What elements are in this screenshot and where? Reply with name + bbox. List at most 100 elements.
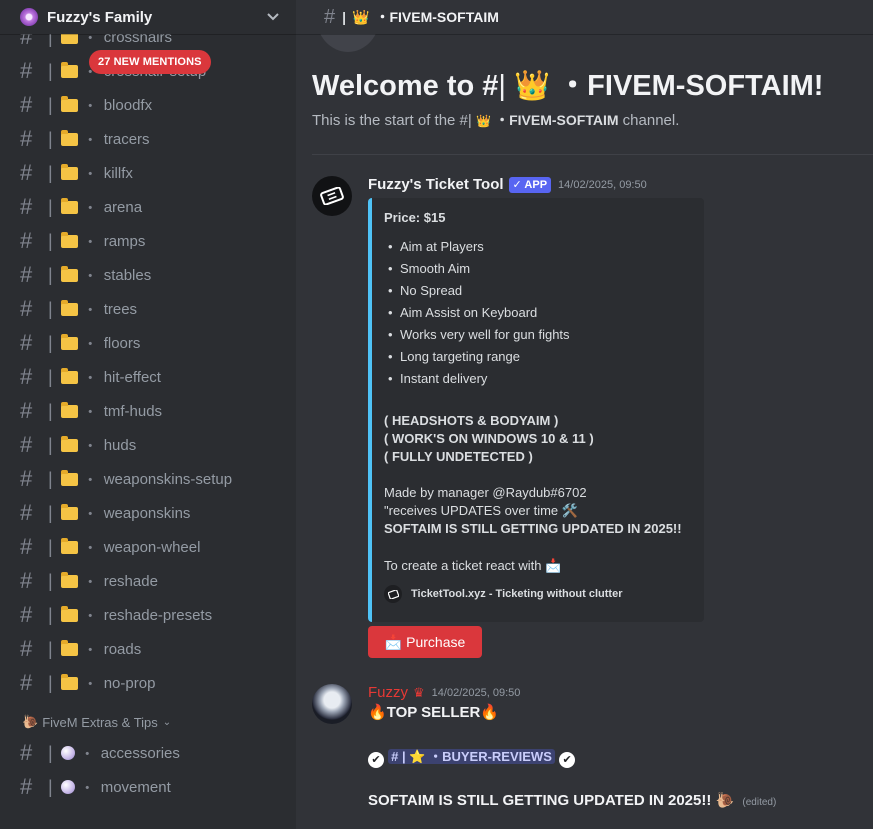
channel-item[interactable]: # | ・ stables — [0, 258, 296, 292]
channel-topbar: # | 👑 ・FIVEM-SOFTAIM — [296, 0, 873, 34]
chat-area: # | 👑 ・FIVEM-SOFTAIM Welcome to #| 👑 ・FI… — [296, 0, 873, 829]
channel-item[interactable]: # | ・ movement — [0, 770, 296, 804]
ticket-tool-avatar[interactable] — [312, 176, 352, 216]
list-item: Instant delivery — [388, 368, 692, 390]
hash-icon: # — [20, 670, 33, 695]
verified-icon: ✔ — [559, 752, 576, 768]
folder-icon — [60, 401, 78, 418]
channel-item[interactable]: # | ・ ramps — [0, 224, 296, 258]
channel-item[interactable]: # | ・ no-prop — [0, 666, 296, 700]
folder-icon — [60, 503, 78, 520]
chevron-down-icon[interactable] — [266, 9, 280, 25]
hash-icon: # — [324, 5, 336, 28]
tools-icon: 🛠️ — [561, 503, 578, 518]
hash-icon: # — [20, 774, 33, 799]
welcome-title: Welcome to #| 👑 ・FIVEM-SOFTAIM! — [312, 70, 824, 102]
channel-name: killfx — [103, 164, 133, 182]
folder-icon — [60, 95, 78, 112]
folder-icon — [60, 163, 78, 180]
channel-name: tmf-huds — [103, 402, 163, 420]
hash-icon: # — [20, 92, 33, 117]
hash-icon: # — [20, 228, 33, 253]
channel-name: tracers — [103, 130, 150, 148]
category-name: FiveM Extras & Tips — [42, 714, 158, 730]
folder-icon — [60, 129, 78, 146]
hash-icon: # — [20, 500, 33, 525]
timestamp: 14/02/2025, 09:50 — [431, 686, 521, 699]
channel-item[interactable]: # | ・ killfx — [0, 156, 296, 190]
channel-item[interactable]: # | ・ weaponskins-setup — [0, 462, 296, 496]
author-name[interactable]: Fuzzy's Ticket Tool — [368, 176, 504, 193]
crown-icon: ♛ — [413, 684, 425, 700]
fire-icon: 🔥 — [480, 704, 500, 721]
chevron-down-icon: ⌄ — [162, 716, 172, 728]
channel-item[interactable]: # | ・ hit-effect — [0, 360, 296, 394]
channel-item[interactable]: # | ・ weaponskins — [0, 496, 296, 530]
author-name[interactable]: Fuzzy — [368, 684, 408, 701]
channel-name: floors — [103, 334, 141, 352]
folder-icon — [60, 61, 78, 78]
hash-icon: # — [20, 636, 33, 661]
app-badge: ✓ APP — [508, 176, 552, 193]
hash-icon: # — [20, 126, 33, 151]
folder-icon — [60, 231, 78, 248]
channel-item[interactable]: # | ・ bloodfx — [0, 88, 296, 122]
folder-icon — [60, 571, 78, 588]
channel-item[interactable]: # | ・ reshade — [0, 564, 296, 598]
verified-icon: ✔ — [368, 752, 384, 768]
channel-mention[interactable]: # | ⭐ ・BUYER-REVIEWS — [388, 749, 555, 764]
list-item: Smooth Aim — [388, 258, 692, 280]
folder-icon — [60, 333, 78, 350]
channel-item[interactable]: # | ・ weapon-wheel — [0, 530, 296, 564]
channel-name: roads — [103, 640, 142, 658]
channel-name: weapon-wheel — [103, 538, 201, 556]
message-header: Fuzzy ♛ 14/02/2025, 09:50 — [368, 684, 520, 701]
channel-name: ramps — [103, 232, 146, 250]
channel-item[interactable]: # | ・ floors — [0, 326, 296, 360]
message-header: Fuzzy's Ticket Tool ✓ APP 14/02/2025, 09… — [368, 176, 647, 193]
new-mentions-badge[interactable]: 27 NEW MENTIONS — [89, 50, 211, 74]
message-embed: Price: $15 Aim at Players Smooth Aim No … — [368, 198, 704, 622]
category-fivem-extras[interactable]: 🐌 FiveM Extras & Tips ⌄ — [0, 708, 296, 736]
channel-item[interactable]: # | ・ tracers — [0, 122, 296, 156]
channel-item[interactable]: # | ・ roads — [0, 632, 296, 666]
orb-icon — [60, 746, 75, 760]
folder-icon — [60, 197, 78, 214]
channel-item[interactable]: # | ・ trees — [0, 292, 296, 326]
purchase-button[interactable]: 📩 Purchase — [368, 626, 482, 658]
message-content: 🔥TOP SELLER🔥 ✔ # | ⭐ ・BUYER-REVIEWS ✔ SO… — [368, 704, 777, 809]
channel-item[interactable]: # | ・ reshade-presets — [0, 598, 296, 632]
envelope-icon: 📩 — [384, 633, 403, 650]
list-item: No Spread — [388, 280, 692, 302]
crown-icon: 👑 — [514, 70, 551, 102]
folder-icon — [60, 265, 78, 282]
ticket-icon — [384, 585, 402, 603]
channel-item[interactable]: # | ・ arena — [0, 190, 296, 224]
channel-name: trees — [103, 300, 138, 318]
folder-icon — [60, 537, 78, 554]
crown-icon: 👑 — [475, 114, 491, 128]
folder-icon — [60, 469, 78, 486]
feature-list: Aim at Players Smooth Aim No Spread Aim … — [384, 236, 692, 390]
channel-item[interactable]: # | ・ huds — [0, 428, 296, 462]
ticket-icon — [320, 187, 344, 205]
folder-icon — [60, 605, 78, 622]
embed-footer: TicketTool.xyz - Ticketing without clutt… — [384, 585, 692, 603]
hash-icon: # — [20, 602, 33, 627]
topbar-channel-name: ・FIVEM-SOFTAIM — [375, 9, 499, 25]
edited-label: (edited) — [742, 797, 777, 808]
channel-name: hit-effect — [103, 368, 161, 386]
channel-name: weaponskins-setup — [103, 470, 233, 488]
fuzzy-avatar[interactable] — [312, 684, 352, 724]
folder-icon — [60, 639, 78, 656]
embed-bold-lines: ( HEADSHOTS & BODYAIM ) ( WORK'S ON WIND… — [384, 413, 594, 464]
hash-icon: # — [20, 330, 33, 355]
crown-icon: 👑 — [352, 8, 370, 25]
server-header[interactable]: Fuzzy's Family — [0, 0, 296, 34]
star-icon: ⭐ — [409, 749, 426, 764]
channel-item[interactable]: # | ・ accessories — [0, 736, 296, 770]
channel-name: bloodfx — [103, 96, 153, 114]
snail-icon: 🐌 — [715, 792, 735, 809]
channel-item[interactable]: # | ・ tmf-huds — [0, 394, 296, 428]
folder-icon — [60, 435, 78, 452]
